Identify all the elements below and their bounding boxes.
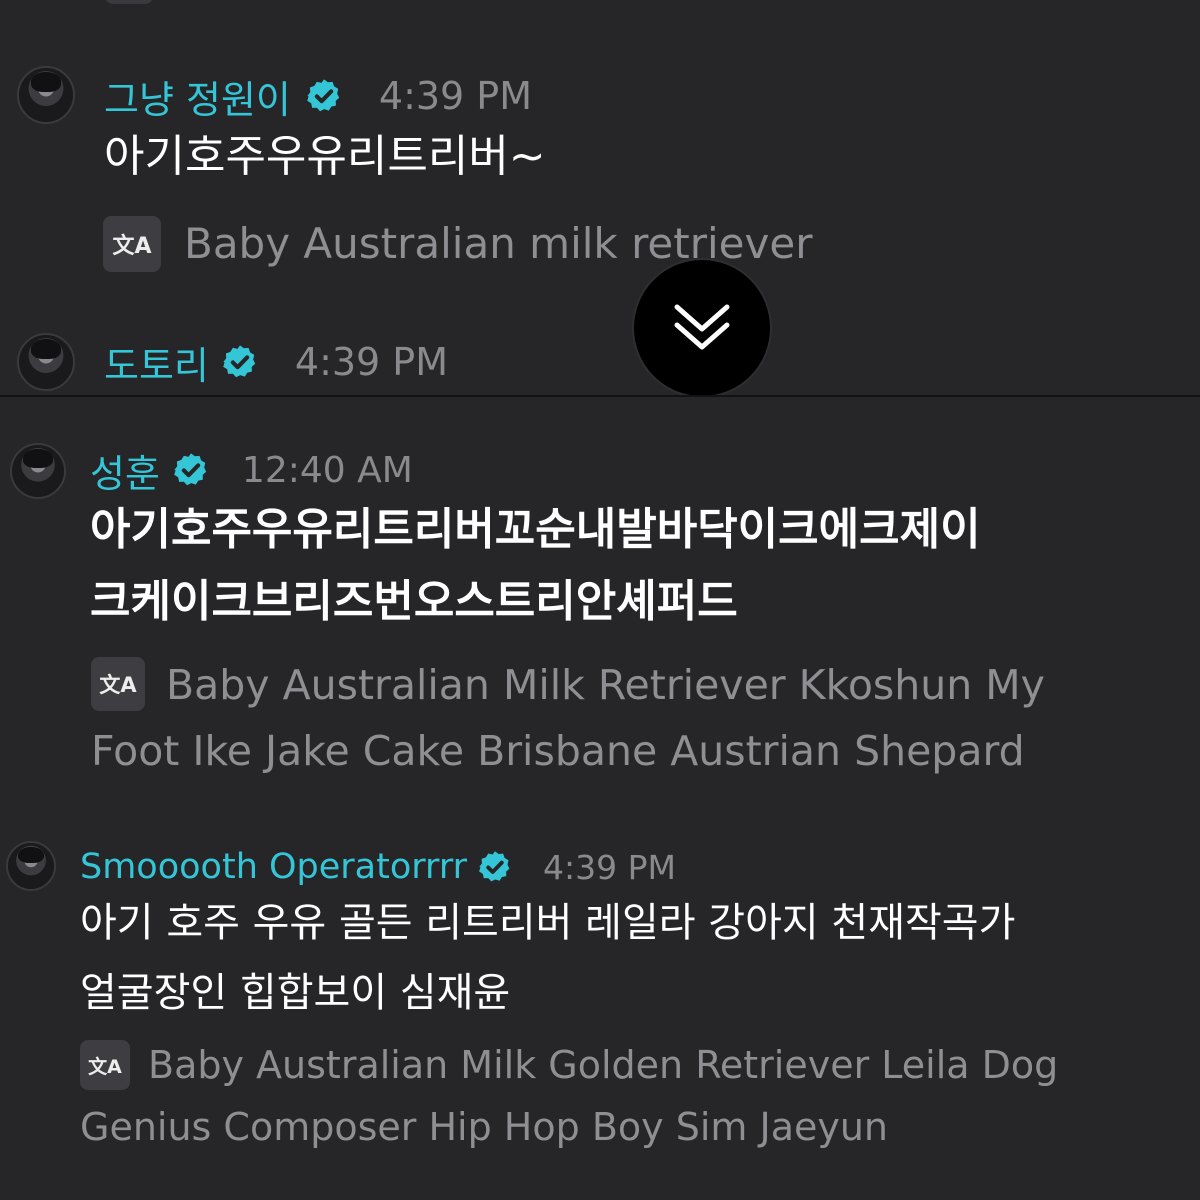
chat-message[interactable]: Smooooth Operatorrrr 4:39 PM 아기 호주 우유 골든… <box>0 817 1200 1200</box>
username[interactable]: 그냥 정원이 <box>104 69 291 124</box>
message-header: 성훈 12:40 AM <box>90 443 413 498</box>
message-text-line: 아기 호주 우유 골든 리트리버 레일라 강아지 천재작곡가 <box>80 900 1016 946</box>
message-header: 도토리 4:39 PM <box>104 336 448 388</box>
scroll-to-bottom-button[interactable] <box>632 258 772 395</box>
avatar[interactable] <box>6 841 56 891</box>
avatar[interactable] <box>17 66 75 124</box>
username[interactable]: 성훈 <box>90 443 160 498</box>
chat-message[interactable]: 도토리 4:39 PM <box>0 300 1200 395</box>
message-header: 그냥 정원이 4:39 PM <box>104 70 532 122</box>
chat-panel-bottom: 성훈 12:40 AM 아기호주우유리트리버꼬순내발바닥이크에크제이 크케이크브… <box>0 397 1200 1200</box>
timestamp: 4:39 PM <box>542 847 676 887</box>
message-header: Smooooth Operatorrrr 4:39 PM <box>80 843 676 891</box>
translate-icon[interactable]: 文A <box>91 657 145 711</box>
timestamp: 12:40 AM <box>241 449 413 491</box>
chat-message[interactable]: 성훈 12:40 AM 아기호주우유리트리버꼬순내발바닥이크에크제이 크케이크브… <box>0 397 1200 797</box>
message-text: 아기호주우유리트리버~ <box>104 131 546 182</box>
double-chevron-down-icon <box>674 304 730 350</box>
username[interactable]: Smooooth Operatorrrr <box>80 847 467 887</box>
message-text-line: 얼굴장인 힙합보이 심재윤 <box>80 970 511 1016</box>
translation-text-line: Baby Australian Milk Golden Retriever Le… <box>148 1043 1059 1087</box>
chat-panel-top: 그냥 정원이 4:39 PM 아기호주우유리트리버~ 文A Baby Austr… <box>0 0 1200 395</box>
message-text-line: 크케이크브리즈번오스트리안셰퍼드 <box>90 576 738 627</box>
timestamp: 4:39 PM <box>378 74 533 118</box>
avatar[interactable] <box>10 443 66 499</box>
translate-icon[interactable]: 文A <box>80 1040 130 1090</box>
chat-message[interactable]: 그냥 정원이 4:39 PM 아기호주우유리트리버~ 文A Baby Austr… <box>0 0 1200 290</box>
avatar[interactable] <box>17 333 75 391</box>
verified-check-icon <box>172 451 210 489</box>
timestamp: 4:39 PM <box>294 340 449 384</box>
message-text-line: 아기호주우유리트리버꼬순내발바닥이크에크제이 <box>90 504 981 555</box>
translate-icon[interactable]: 文A <box>103 216 161 272</box>
translation-text-line: Foot Ike Jake Cake Brisbane Austrian She… <box>91 727 1025 775</box>
verified-check-icon <box>477 849 513 885</box>
verified-check-icon <box>221 343 259 381</box>
translation-text-line: Genius Composer Hip Hop Boy Sim Jaeyun <box>80 1105 889 1149</box>
translation-text-line: Baby Australian Milk Retriever Kkoshun M… <box>166 661 1045 709</box>
verified-check-icon <box>305 77 343 115</box>
username[interactable]: 도토리 <box>104 335 209 390</box>
